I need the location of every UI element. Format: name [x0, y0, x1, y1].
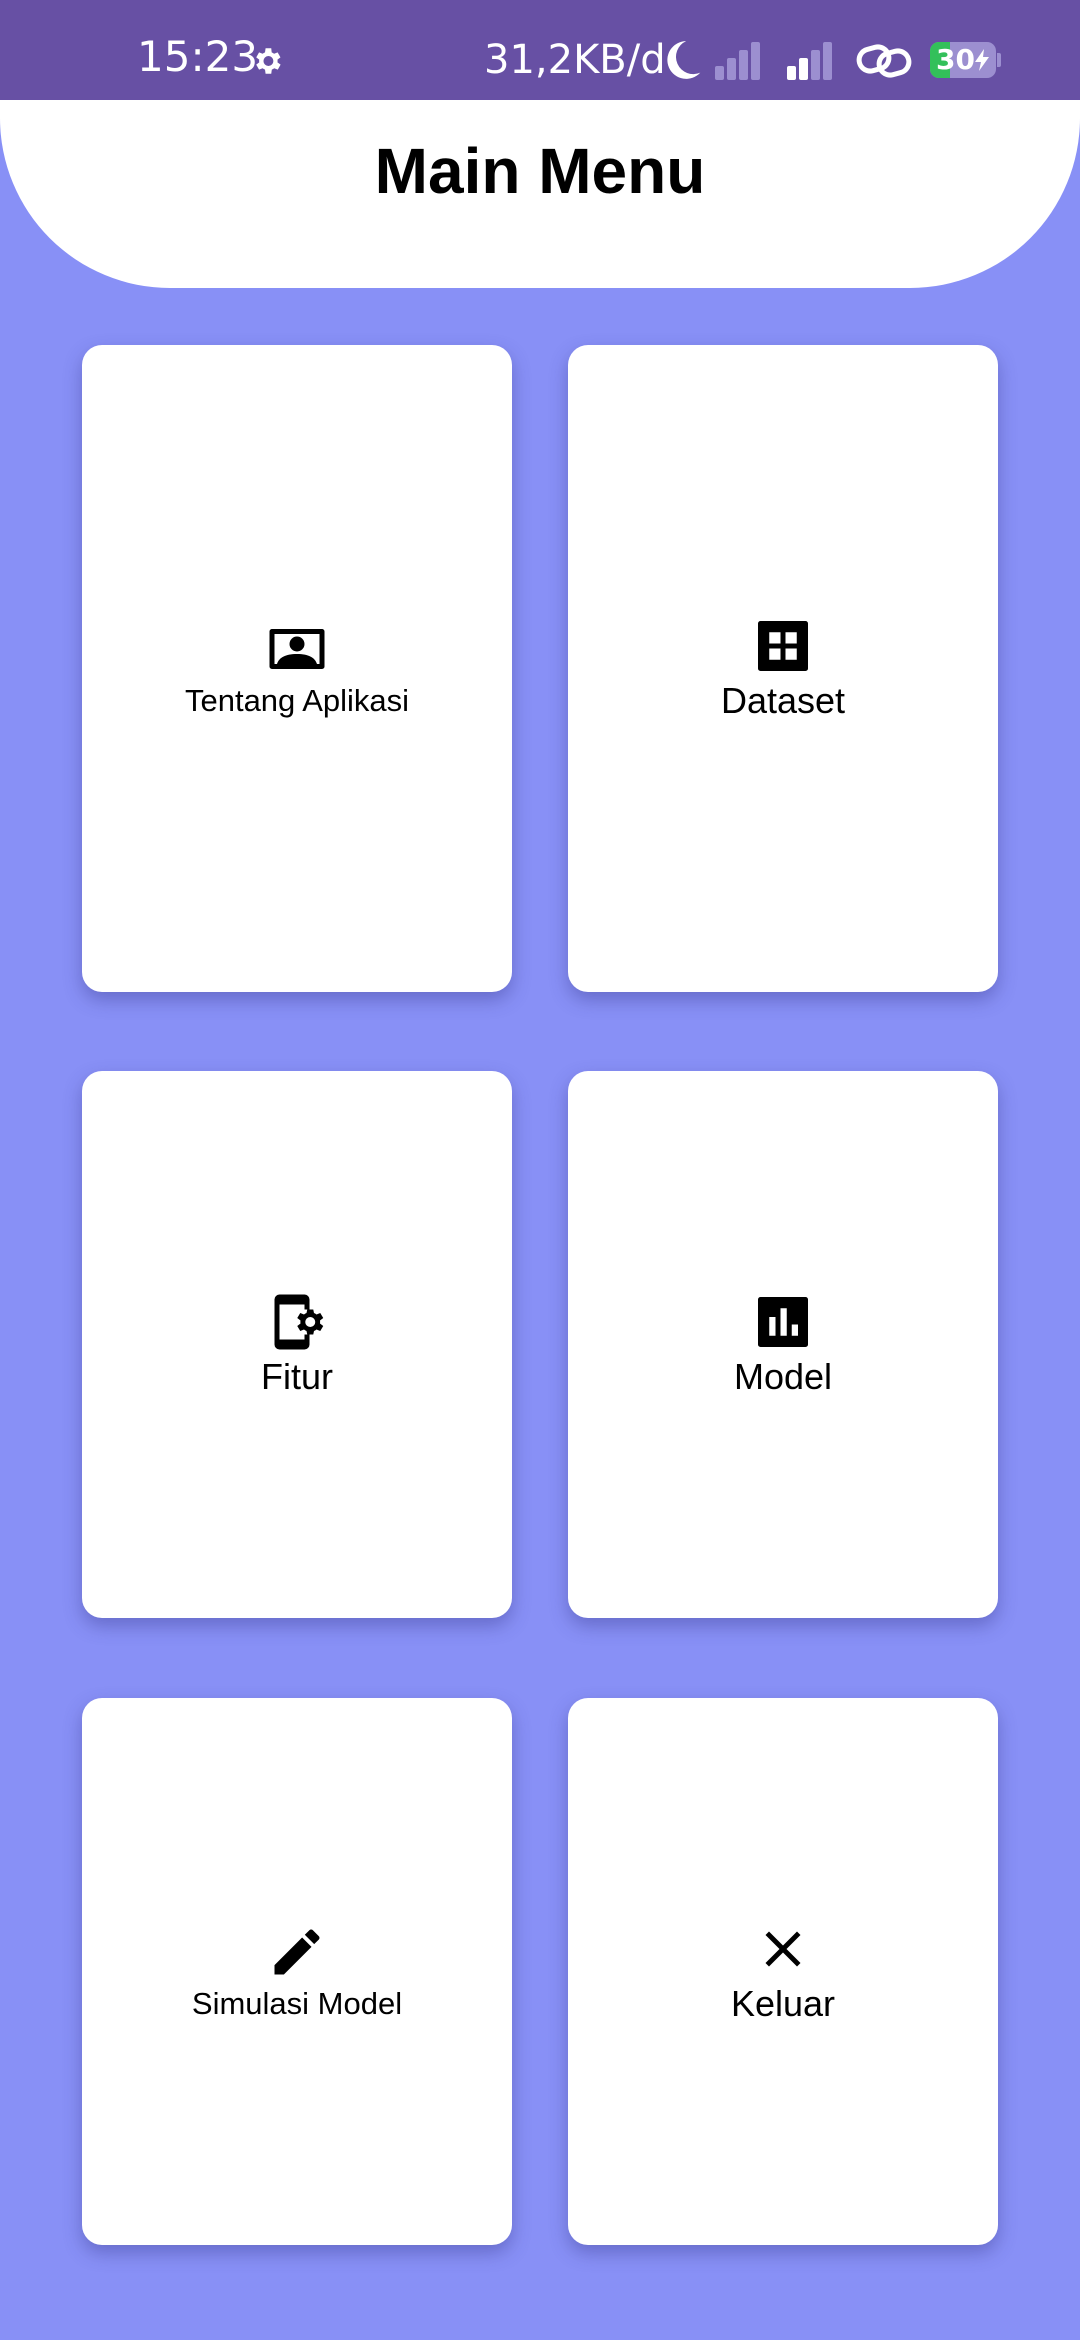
bar-chart-icon	[758, 1296, 808, 1347]
menu-card-model[interactable]: Model	[568, 1071, 998, 1618]
page-title: Main Menu	[374, 135, 706, 207]
menu-card-fitur[interactable]: Fitur	[82, 1071, 512, 1618]
menu-card-label: Simulasi Model	[191, 1985, 403, 2021]
settings-icon	[256, 48, 281, 74]
phone-settings-icon	[274, 1294, 324, 1349]
grid-icon	[758, 620, 808, 671]
battery-indicator: 30	[930, 42, 1001, 80]
menu-card-label: Dataset	[720, 679, 846, 721]
header: Main Menu	[0, 100, 1080, 288]
menu-card-simulasi-model[interactable]: Simulasi Model	[82, 1698, 512, 2245]
signal-icon	[715, 42, 760, 80]
menu-card-keluar[interactable]: Keluar	[568, 1698, 998, 2245]
contact-icon	[269, 628, 325, 669]
moon-icon	[667, 41, 701, 79]
link-icon	[856, 44, 912, 78]
status-bar: 15:23 31,2KB/d 30	[0, 0, 1080, 100]
menu-card-label: Tentang Aplikasi	[184, 682, 410, 718]
menu-card-tentang-aplikasi[interactable]: Tentang Aplikasi	[82, 345, 512, 992]
status-time: 15:23	[137, 32, 259, 81]
signal-icon	[787, 42, 832, 80]
battery-level: 30	[936, 43, 975, 76]
pencil-icon	[274, 1928, 320, 1974]
menu-card-label: Keluar	[730, 1982, 836, 2024]
menu-card-label: Fitur	[261, 1355, 333, 1397]
network-speed: 31,2KB/d	[484, 37, 666, 83]
charging-bolt-icon	[975, 49, 989, 71]
menu-card-label: Model	[733, 1355, 833, 1397]
close-icon	[765, 1931, 801, 1966]
menu-card-dataset[interactable]: Dataset	[568, 345, 998, 992]
